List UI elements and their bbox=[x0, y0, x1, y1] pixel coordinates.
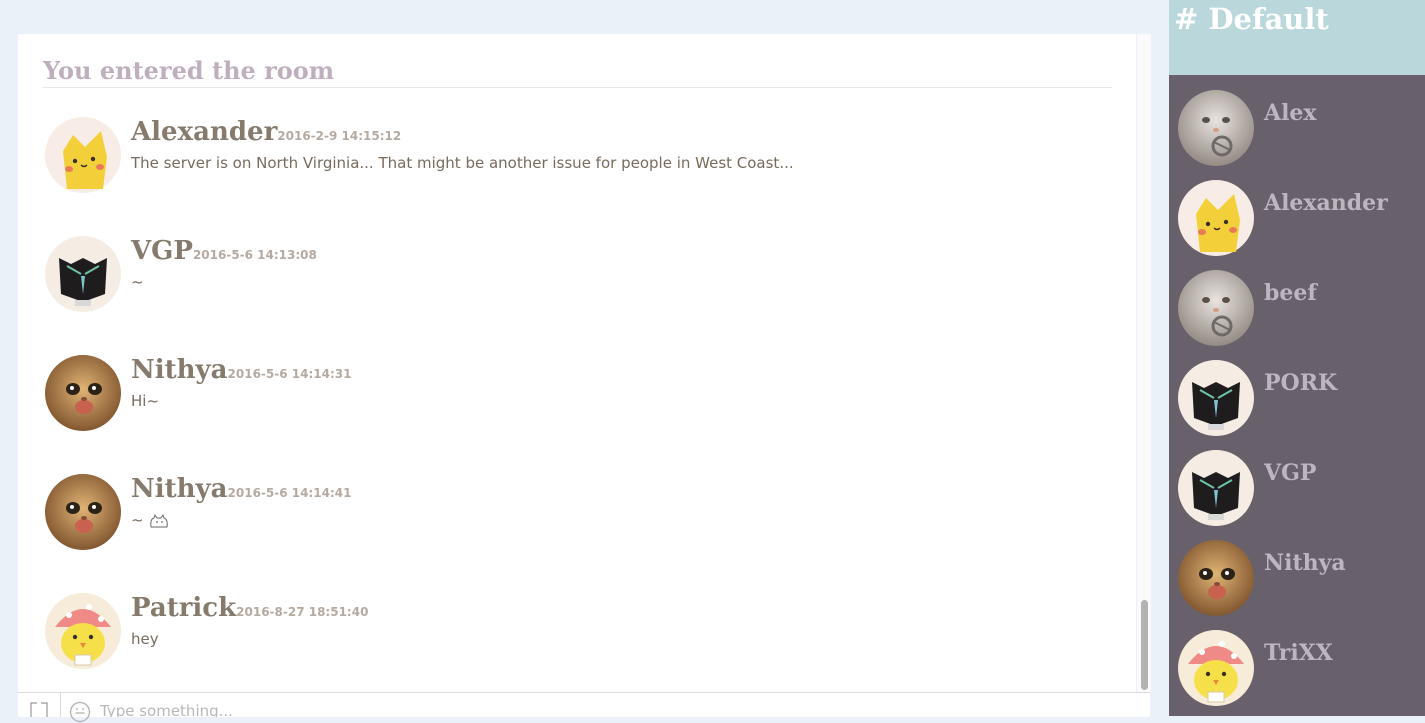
message-timestamp: 2016-8-27 18:51:40 bbox=[236, 605, 369, 619]
sidebar-user-trixx[interactable]: TriXX bbox=[1178, 630, 1418, 708]
sidebar-user-alex[interactable]: Alex bbox=[1178, 90, 1418, 168]
room-entered-banner: You entered the room bbox=[43, 54, 1112, 88]
message-sender-name[interactable]: VGP bbox=[131, 236, 193, 266]
chat-panel: You entered the room Alexander2016-2-9 1… bbox=[18, 34, 1136, 692]
sidebar-user-pork[interactable]: PORK bbox=[1178, 360, 1418, 438]
message-text: Hi~ bbox=[131, 392, 160, 410]
channel-header: # Default bbox=[1169, 0, 1425, 75]
message-item: Alexander2016-2-9 14:15:12 The server is… bbox=[45, 114, 1045, 194]
sidebar-user-vgp[interactable]: VGP bbox=[1178, 450, 1418, 528]
message-item: Nithya2016-5-6 14:14:31 Hi~ bbox=[45, 352, 1045, 432]
kitten-photo-avatar[interactable] bbox=[45, 355, 121, 431]
message-timestamp: 2016-5-6 14:14:31 bbox=[227, 367, 352, 381]
attach-icon bbox=[30, 702, 48, 717]
channel-title[interactable]: # Default bbox=[1174, 0, 1329, 38]
message-timestamp: 2016-5-6 14:14:41 bbox=[227, 486, 352, 500]
message-item: Patrick2016-8-27 18:51:40 hey bbox=[45, 590, 1045, 670]
message-composer bbox=[18, 692, 1150, 723]
message-sender-name[interactable]: Nithya bbox=[131, 355, 228, 385]
sidebar-user-nithya[interactable]: Nithya bbox=[1178, 540, 1418, 618]
sidebar-user-name: Alex bbox=[1264, 100, 1317, 126]
message-text-row: ~ bbox=[131, 511, 170, 529]
sidebar-user-beef[interactable]: beef bbox=[1178, 270, 1418, 348]
white-cat-photo-avatar bbox=[1178, 270, 1254, 346]
yellow-cat-avatar bbox=[1178, 180, 1254, 256]
message-text: The server is on North Virginia... That … bbox=[131, 154, 794, 172]
sidebar-user-name: Nithya bbox=[1264, 550, 1346, 576]
message-sender-name[interactable]: Nithya bbox=[131, 474, 228, 504]
emoji-button[interactable] bbox=[69, 701, 91, 723]
sidebar-user-name: TriXX bbox=[1264, 640, 1333, 666]
message-timestamp: 2016-5-6 14:13:08 bbox=[192, 248, 317, 262]
sidebar-user-name: beef bbox=[1264, 280, 1317, 306]
message-sender-name[interactable]: Patrick bbox=[131, 593, 236, 623]
sidebar-user-alexander[interactable]: Alexander bbox=[1178, 180, 1418, 258]
white-cat-photo-avatar bbox=[1178, 90, 1254, 166]
yellow-cat-avatar[interactable] bbox=[45, 117, 121, 193]
message-timestamp: 2016-2-9 14:15:12 bbox=[277, 129, 402, 143]
sidebar-user-name: VGP bbox=[1264, 460, 1317, 486]
message-text: ~ bbox=[131, 511, 144, 529]
sidebar-user-name: Alexander bbox=[1264, 190, 1388, 216]
message-sender-name[interactable]: Alexander bbox=[131, 117, 277, 147]
black-cat-avatar bbox=[1178, 450, 1254, 526]
attach-button[interactable] bbox=[18, 693, 61, 717]
message-item: VGP2016-5-6 14:13:08 ~ bbox=[45, 233, 1045, 313]
smiley-icon bbox=[69, 701, 91, 723]
message-text: hey bbox=[131, 630, 159, 648]
yellow-chick-avatar[interactable] bbox=[45, 593, 121, 669]
black-cat-avatar[interactable] bbox=[45, 236, 121, 312]
message-text: ~ bbox=[131, 273, 144, 291]
scroll-thumb[interactable] bbox=[1141, 600, 1148, 690]
message-item: Nithya2016-5-6 14:14:41 ~ bbox=[45, 471, 1045, 551]
chat-scrollbar[interactable] bbox=[1137, 34, 1151, 692]
yellow-chick-avatar bbox=[1178, 630, 1254, 706]
user-sidebar: # Default Alex Alexander beef PORK VGP N… bbox=[1169, 0, 1425, 716]
cat-emoji-icon bbox=[148, 513, 170, 529]
black-cat-avatar bbox=[1178, 360, 1254, 436]
sidebar-user-name: PORK bbox=[1264, 370, 1338, 396]
kitten-photo-avatar bbox=[1178, 540, 1254, 616]
kitten-photo-avatar[interactable] bbox=[45, 474, 121, 550]
message-input[interactable] bbox=[100, 693, 1000, 717]
